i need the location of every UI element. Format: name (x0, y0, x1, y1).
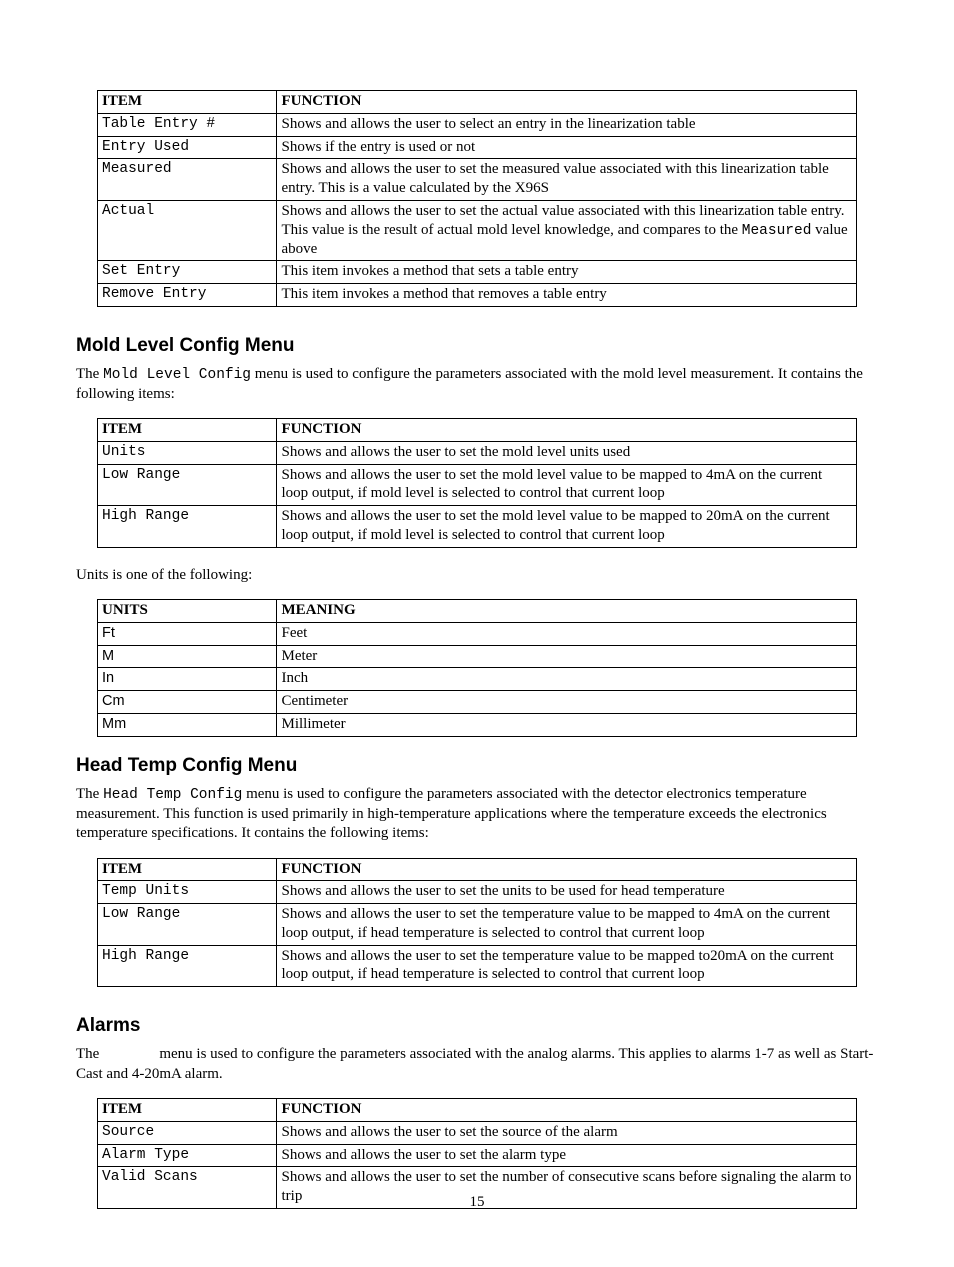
table-row: Ft Feet (98, 622, 857, 645)
item-cell: Ft (98, 622, 277, 645)
func-cell: Shows and allows the user to set the mol… (277, 506, 857, 548)
document-page: ITEM FUNCTION Table Entry # Shows and al… (0, 0, 954, 1267)
item-cell: High Range (98, 506, 277, 548)
item-cell: Units (98, 441, 277, 464)
table-row: M Meter (98, 645, 857, 668)
func-cell: Millimeter (277, 713, 857, 736)
mold-config-table: ITEM FUNCTION Units Shows and allows the… (97, 418, 857, 548)
item-cell: Low Range (98, 904, 277, 946)
item-cell: Remove Entry (98, 284, 277, 307)
func-cell: Shows and allows the user to set the mea… (277, 159, 857, 201)
text-part: The (76, 786, 103, 802)
section-heading-alarms: Alarms (76, 1015, 878, 1037)
head-temp-table: ITEM FUNCTION Temp Units Shows and allow… (97, 858, 857, 988)
text-part: menu is used to configure the parameters… (76, 1046, 873, 1082)
table-row: Temp Units Shows and allows the user to … (98, 881, 857, 904)
item-cell: Low Range (98, 464, 277, 506)
column-header: UNITS (98, 600, 277, 623)
column-header: ITEM (98, 91, 277, 114)
head-temp-intro-paragraph: The Head Temp Config menu is used to con… (76, 785, 878, 844)
table-row: Set Entry This item invokes a method tha… (98, 261, 857, 284)
item-cell: High Range (98, 945, 277, 987)
item-cell: Mm (98, 713, 277, 736)
func-cell: Centimeter (277, 691, 857, 714)
units-intro-paragraph: Units is one of the following: (76, 566, 878, 586)
table-row: Measured Shows and allows the user to se… (98, 159, 857, 201)
linearization-table: ITEM FUNCTION Table Entry # Shows and al… (97, 90, 857, 307)
table-row: In Inch (98, 668, 857, 691)
item-cell: Alarm Type (98, 1144, 277, 1167)
table-row: Low Range Shows and allows the user to s… (98, 464, 857, 506)
section-heading-head-temp: Head Temp Config Menu (76, 755, 878, 777)
table-row: Mm Millimeter (98, 713, 857, 736)
func-cell: Feet (277, 622, 857, 645)
column-header: FUNCTION (277, 1099, 857, 1122)
table-row: High Range Shows and allows the user to … (98, 506, 857, 548)
item-cell: Actual (98, 200, 277, 261)
text-gap (103, 1046, 159, 1062)
table-row: Alarm Type Shows and allows the user to … (98, 1144, 857, 1167)
func-cell: Meter (277, 645, 857, 668)
item-cell: Temp Units (98, 881, 277, 904)
table-row: Low Range Shows and allows the user to s… (98, 904, 857, 946)
table-row: Cm Centimeter (98, 691, 857, 714)
column-header: ITEM (98, 858, 277, 881)
text-part: The (76, 1046, 103, 1062)
column-header: ITEM (98, 419, 277, 442)
inline-mono: Mold Level Config (103, 367, 251, 383)
units-table: UNITS MEANING Ft Feet M Meter In Inch Cm… (97, 599, 857, 737)
table-row: Entry Used Shows if the entry is used or… (98, 136, 857, 159)
func-cell: Shows and allows the user to set the act… (277, 200, 857, 261)
text-part: The (76, 366, 103, 382)
item-cell: Measured (98, 159, 277, 201)
column-header: MEANING (277, 600, 857, 623)
column-header: FUNCTION (277, 419, 857, 442)
table-row: High Range Shows and allows the user to … (98, 945, 857, 987)
item-cell: Table Entry # (98, 113, 277, 136)
inline-mono: Head Temp Config (103, 787, 242, 803)
item-cell: In (98, 668, 277, 691)
func-cell: Shows and allows the user to set the tem… (277, 904, 857, 946)
func-cell: Shows and allows the user to set the sou… (277, 1121, 857, 1144)
page-number: 15 (0, 1194, 954, 1211)
func-cell: Shows and allows the user to set the ala… (277, 1144, 857, 1167)
item-cell: M (98, 645, 277, 668)
column-header: FUNCTION (277, 91, 857, 114)
alarms-table: ITEM FUNCTION Source Shows and allows th… (97, 1098, 857, 1209)
func-cell: Shows and allows the user to set the uni… (277, 881, 857, 904)
table-row: Source Shows and allows the user to set … (98, 1121, 857, 1144)
item-cell: Source (98, 1121, 277, 1144)
func-cell: Shows and allows the user to set the tem… (277, 945, 857, 987)
item-cell: Set Entry (98, 261, 277, 284)
item-cell: Entry Used (98, 136, 277, 159)
func-cell: This item invokes a method that removes … (277, 284, 857, 307)
alarms-intro-paragraph: The menu is used to configure the parame… (76, 1045, 878, 1084)
func-cell: Inch (277, 668, 857, 691)
func-cell: This item invokes a method that sets a t… (277, 261, 857, 284)
func-cell: Shows and allows the user to set the mol… (277, 464, 857, 506)
table-row: Table Entry # Shows and allows the user … (98, 113, 857, 136)
inline-mono: Measured (742, 223, 812, 239)
table-row: Remove Entry This item invokes a method … (98, 284, 857, 307)
func-cell: Shows and allows the user to set the mol… (277, 441, 857, 464)
column-header: FUNCTION (277, 858, 857, 881)
table-row: Units Shows and allows the user to set t… (98, 441, 857, 464)
func-cell: Shows and allows the user to select an e… (277, 113, 857, 136)
table-row: Actual Shows and allows the user to set … (98, 200, 857, 261)
section-heading-mold: Mold Level Config Menu (76, 335, 878, 357)
mold-intro-paragraph: The Mold Level Config menu is used to co… (76, 365, 878, 404)
item-cell: Cm (98, 691, 277, 714)
func-cell: Shows if the entry is used or not (277, 136, 857, 159)
column-header: ITEM (98, 1099, 277, 1122)
